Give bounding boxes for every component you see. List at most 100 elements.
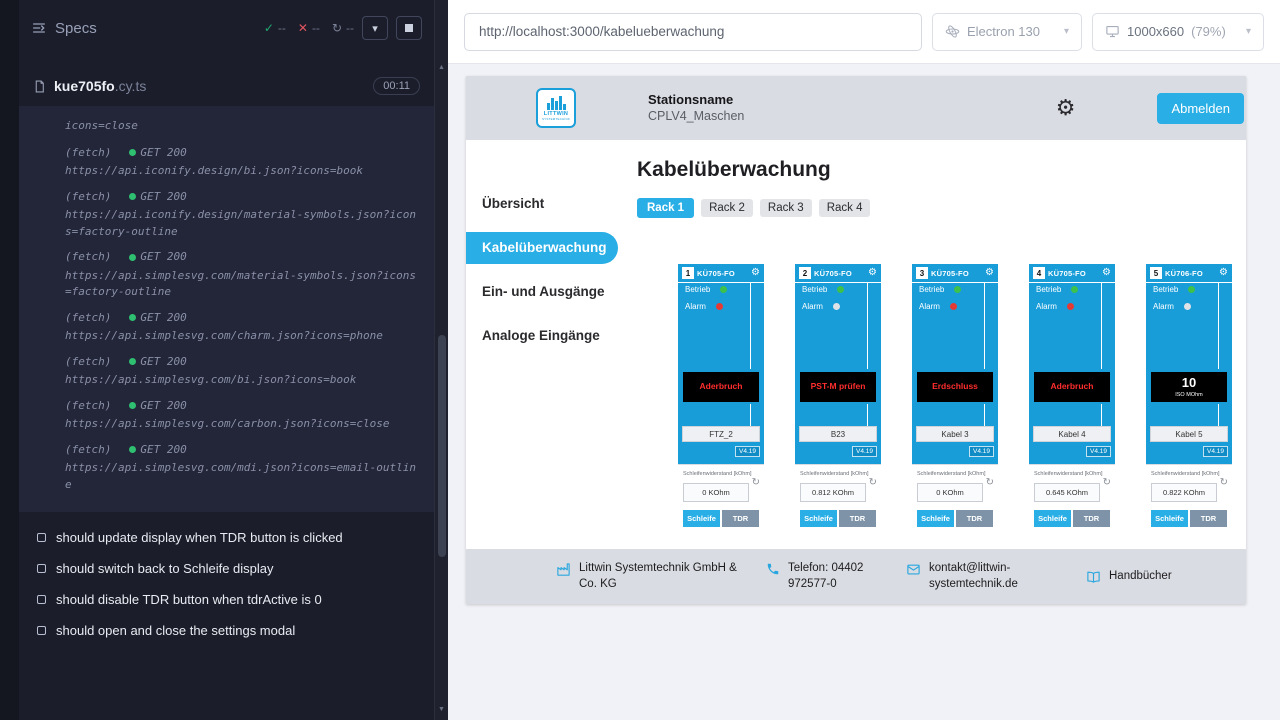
tdr-button[interactable]: TDR	[956, 510, 993, 527]
book-icon	[1086, 570, 1101, 585]
footer-manuals[interactable]: Handbücher	[1086, 569, 1172, 585]
spec-file-row[interactable]: kue705fo.cy.ts 00:11	[19, 66, 434, 106]
device-settings-gear-icon[interactable]: ⚙	[1102, 268, 1111, 278]
run-stats: ✓-- ✕-- ↻--	[264, 21, 354, 35]
fetch-log-entry[interactable]: (fetch) GET 200 https://api.iconify.desi…	[65, 145, 416, 180]
test-item[interactable]: should switch back to Schleife display	[19, 553, 434, 584]
logout-button[interactable]: Abmelden	[1157, 93, 1244, 124]
specs-menu-icon[interactable]	[31, 20, 47, 36]
test-item[interactable]: should open and close the settings modal	[19, 615, 434, 646]
alarm-led-icon	[950, 303, 957, 310]
tdr-button[interactable]: TDR	[839, 510, 876, 527]
fetch-label: (fetch)	[65, 310, 111, 327]
fetch-log-head: (fetch) GET 200	[65, 354, 416, 371]
fetch-log-entry[interactable]: (fetch) GET 200 https://api.simplesvg.co…	[65, 249, 416, 301]
status-text: PST-M prüfen	[811, 382, 866, 391]
device-body: Betrieb Alarm Aderbruch	[1029, 283, 1115, 564]
fetch-log-entry[interactable]: (fetch) GET 200 https://api.iconify.desi…	[65, 189, 416, 241]
fetch-log-entry[interactable]: (fetch) GET 200 https://api.simplesvg.co…	[65, 310, 416, 345]
test-item[interactable]: should update display when TDR button is…	[19, 522, 434, 553]
device-settings-gear-icon[interactable]: ⚙	[985, 268, 994, 278]
nav-item-uebersicht[interactable]: Übersicht	[466, 188, 618, 220]
footer-phone[interactable]: Telefon: 04402 972577-0	[766, 561, 892, 592]
measurement-label: Schleifenwiderstand [kOhm]	[1032, 471, 1112, 477]
cable-name-field: Kabel 4	[1033, 426, 1111, 442]
alarm-led-icon	[716, 303, 723, 310]
stop-button[interactable]	[396, 16, 422, 40]
device-card: 5 KÜ706-FO ⚙ Betrieb	[1146, 264, 1232, 564]
schleife-button[interactable]: Schleife	[917, 510, 954, 527]
specs-label[interactable]: Specs	[55, 20, 97, 37]
device-settings-gear-icon[interactable]: ⚙	[1219, 268, 1228, 278]
nav-item-ein-und-ausgaenge[interactable]: Ein- und Ausgänge	[466, 276, 618, 308]
status-dot-icon	[129, 358, 136, 365]
refresh-icon[interactable]: ↻	[1220, 478, 1228, 488]
browser-name: Electron 130	[967, 24, 1040, 39]
footer-email[interactable]: kontakt@littwin-systemtechnik.de	[906, 561, 1060, 592]
schleife-button[interactable]: Schleife	[800, 510, 837, 527]
test-item[interactable]: should disable TDR button when tdrActive…	[19, 584, 434, 615]
device-card: 1 KÜ705-FO ⚙ Betrieb	[678, 264, 764, 564]
scroll-down-icon[interactable]: ▼	[435, 702, 448, 716]
reporter-scrollbar[interactable]: ▲ ▼	[434, 0, 448, 720]
log-line-partial[interactable]: icons=close	[65, 118, 416, 135]
collapse-button[interactable]: ▾	[362, 16, 388, 40]
cypress-collapsed-sidebar[interactable]	[0, 0, 19, 720]
footer-company: Littwin Systemtechnik GmbH & Co. KG	[556, 561, 752, 592]
alarm-led-icon	[1184, 303, 1191, 310]
station-info: Stationsname CPLV4_Maschen	[648, 91, 744, 125]
tab-rack-4[interactable]: Rack 4	[819, 199, 871, 217]
fetch-label: (fetch)	[65, 398, 111, 415]
refresh-icon[interactable]: ↻	[869, 478, 877, 488]
schematic-line	[984, 283, 985, 369]
device-header: 4 KÜ705-FO ⚙	[1029, 264, 1115, 283]
tab-rack-1[interactable]: Rack 1	[637, 198, 694, 218]
refresh-icon[interactable]: ↻	[1103, 478, 1111, 488]
device-header: 5 KÜ706-FO ⚙	[1146, 264, 1232, 283]
http-status: GET 200	[140, 249, 186, 266]
fetch-log-entry[interactable]: (fetch) GET 200 https://api.simplesvg.co…	[65, 442, 416, 494]
betrieb-row: Betrieb	[795, 283, 881, 295]
viewport-select[interactable]: 1000x660 (79%) ▾	[1092, 13, 1264, 51]
measurement-value: 0.822 KOhm	[1151, 483, 1217, 502]
nav-item-analoge-eingaenge[interactable]: Analoge Eingänge	[466, 320, 618, 352]
betrieb-led-icon	[954, 286, 961, 293]
refresh-icon[interactable]: ↻	[986, 478, 994, 488]
http-status: GET 200	[140, 398, 186, 415]
test-title: should update display when TDR button is…	[56, 530, 343, 545]
electron-icon	[945, 24, 960, 39]
schleife-button[interactable]: Schleife	[1151, 510, 1188, 527]
tdr-button[interactable]: TDR	[1190, 510, 1227, 527]
littwin-logo: LITTWIN SYSTEMTECHNIK	[536, 88, 576, 128]
fetch-label: (fetch)	[65, 145, 111, 162]
browser-select[interactable]: Electron 130 ▾	[932, 13, 1082, 51]
url-input[interactable]: http://localhost:3000/kabelueberwachung	[464, 13, 922, 51]
device-number: 4	[1033, 267, 1045, 279]
cypress-topbar: Specs ✓-- ✕-- ↻-- ▾	[19, 0, 434, 56]
alarm-row: Alarm	[678, 300, 764, 312]
status-dot-icon	[129, 193, 136, 200]
schematic-line	[1218, 404, 1219, 426]
tdr-button[interactable]: TDR	[1073, 510, 1110, 527]
nav-item-kabelueberwachung[interactable]: Kabelüberwachung	[466, 232, 618, 264]
schleife-button[interactable]: Schleife	[683, 510, 720, 527]
monitor-icon	[1105, 24, 1120, 39]
device-settings-gear-icon[interactable]: ⚙	[751, 268, 760, 278]
scrollbar-thumb[interactable]	[438, 335, 446, 557]
scroll-up-icon[interactable]: ▲	[435, 60, 448, 74]
device-number: 5	[1150, 267, 1162, 279]
device-settings-gear-icon[interactable]: ⚙	[868, 268, 877, 278]
device-card: 3 KÜ705-FO ⚙ Betrieb	[912, 264, 998, 564]
tab-rack-2[interactable]: Rack 2	[701, 199, 753, 217]
refresh-icon[interactable]: ↻	[752, 478, 760, 488]
app-sidebar-nav: Übersicht Kabelüberwachung Ein- und Ausg…	[466, 140, 618, 549]
settings-gear-icon[interactable]: ⚙	[1056, 97, 1076, 119]
schleife-button[interactable]: Schleife	[1034, 510, 1071, 527]
tdr-button[interactable]: TDR	[722, 510, 759, 527]
stop-icon	[405, 24, 413, 32]
mode-buttons: Schleife TDR	[683, 510, 759, 527]
tab-rack-3[interactable]: Rack 3	[760, 199, 812, 217]
fetch-log-entry[interactable]: (fetch) GET 200 https://api.simplesvg.co…	[65, 354, 416, 389]
fetch-log-entry[interactable]: (fetch) GET 200 https://api.simplesvg.co…	[65, 398, 416, 433]
test-title: should open and close the settings modal	[56, 623, 295, 638]
